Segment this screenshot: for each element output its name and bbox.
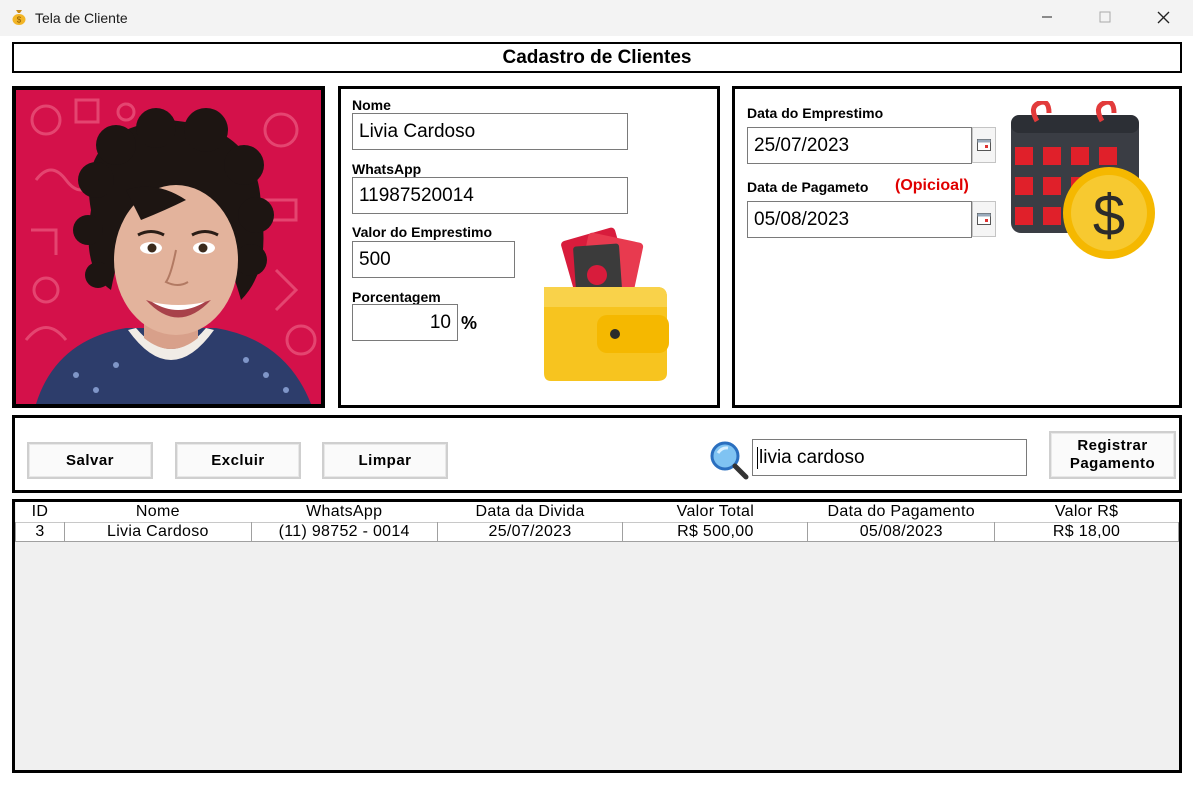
percent-sign: % — [461, 313, 478, 333]
search-input-value: livia cardoso — [759, 446, 865, 468]
form-header: Cadastro de Clientes — [12, 42, 1182, 73]
column-header-data-divida[interactable]: Data da Divida — [437, 502, 623, 522]
column-header-valor[interactable]: Valor R$ — [994, 502, 1179, 522]
wallet-icon — [544, 227, 669, 381]
close-button[interactable] — [1134, 0, 1192, 34]
registrar-label-line2: Pagamento — [1069, 455, 1156, 472]
data-pagamento-picker-button[interactable] — [972, 201, 996, 237]
table-row[interactable]: 3 Livia Cardoso (11) 98752 - 0014 25/07/… — [15, 521, 1179, 542]
cell-nome[interactable]: Livia Cardoso — [63, 521, 252, 542]
clients-table-panel: ID Nome WhatsApp Data da Divida Valor To… — [12, 499, 1182, 773]
whatsapp-label: WhatsApp — [352, 161, 422, 177]
excluir-button[interactable]: Excluir — [175, 442, 301, 479]
porcentagem-field[interactable] — [352, 304, 458, 341]
title-bar: $ Tela de Cliente — [0, 0, 1193, 36]
data-emprestimo-label: Data do Emprestimo — [747, 105, 884, 121]
valor-emprestimo-field[interactable] — [352, 241, 515, 278]
registrar-label-line1: Registrar — [1077, 437, 1148, 454]
limpar-button[interactable]: Limpar — [322, 442, 448, 479]
window-title: Tela de Cliente — [35, 10, 128, 26]
minimize-button[interactable] — [1018, 0, 1076, 34]
optional-label: (Opicioal) — [895, 177, 969, 194]
maximize-button[interactable] — [1076, 0, 1134, 34]
registrar-pagamento-button[interactable]: Registrar Pagamento — [1049, 431, 1176, 479]
calendar-icon — [977, 213, 991, 225]
svg-text:$: $ — [1093, 183, 1125, 248]
column-header-nome[interactable]: Nome — [64, 502, 252, 522]
client-photo-image — [16, 90, 321, 404]
maximize-icon — [1099, 11, 1111, 23]
data-emprestimo-picker-button[interactable] — [972, 127, 996, 163]
nome-label: Nome — [352, 97, 391, 113]
close-icon — [1157, 11, 1169, 23]
valor-emprestimo-label: Valor do Emprestimo — [352, 224, 493, 240]
column-header-data-pagamento[interactable]: Data do Pagamento — [807, 502, 995, 522]
text-caret — [757, 446, 758, 469]
svg-text:$: $ — [17, 16, 22, 25]
calendar-icon — [977, 139, 991, 151]
search-input[interactable]: livia cardoso — [752, 439, 1027, 476]
dates-panel: Data do Emprestimo Data de Pagameto (Opi… — [732, 86, 1182, 408]
column-header-whatsapp[interactable]: WhatsApp — [251, 502, 438, 522]
cell-data-pagamento[interactable]: 05/08/2023 — [807, 521, 996, 542]
search-icon — [710, 441, 749, 480]
cell-whatsapp[interactable]: (11) 98752 - 0014 — [250, 521, 438, 542]
column-header-id[interactable]: ID — [15, 502, 65, 522]
nome-field[interactable] — [352, 113, 628, 150]
calendar-dollar-icon: $ — [1011, 101, 1155, 259]
column-header-valor-total[interactable]: Valor Total — [622, 502, 808, 522]
client-photo[interactable] — [12, 86, 325, 408]
data-pagamento-label: Data de Pagameto — [747, 179, 869, 195]
data-pagamento-field[interactable] — [747, 201, 972, 238]
porcentagem-label: Porcentagem — [352, 289, 441, 305]
cell-valor-total[interactable]: R$ 500,00 — [622, 521, 809, 542]
client-info-panel: Nome WhatsApp Valor do Emprestimo Porcen… — [338, 86, 720, 408]
cell-valor[interactable]: R$ 18,00 — [994, 521, 1179, 542]
cell-id[interactable]: 3 — [15, 521, 65, 542]
minimize-icon — [1042, 16, 1052, 18]
actions-panel: Salvar Excluir Limpar livia cardoso Regi… — [12, 415, 1182, 493]
clients-table: ID Nome WhatsApp Data da Divida Valor To… — [15, 502, 1179, 542]
page-title: Cadastro de Clientes — [502, 46, 692, 68]
table-header-row: ID Nome WhatsApp Data da Divida Valor To… — [15, 502, 1179, 522]
money-bag-icon: $ — [12, 10, 26, 25]
whatsapp-field[interactable] — [352, 177, 628, 214]
salvar-button[interactable]: Salvar — [27, 442, 153, 479]
cell-data-divida[interactable]: 25/07/2023 — [436, 521, 624, 542]
data-emprestimo-field[interactable] — [747, 127, 972, 164]
